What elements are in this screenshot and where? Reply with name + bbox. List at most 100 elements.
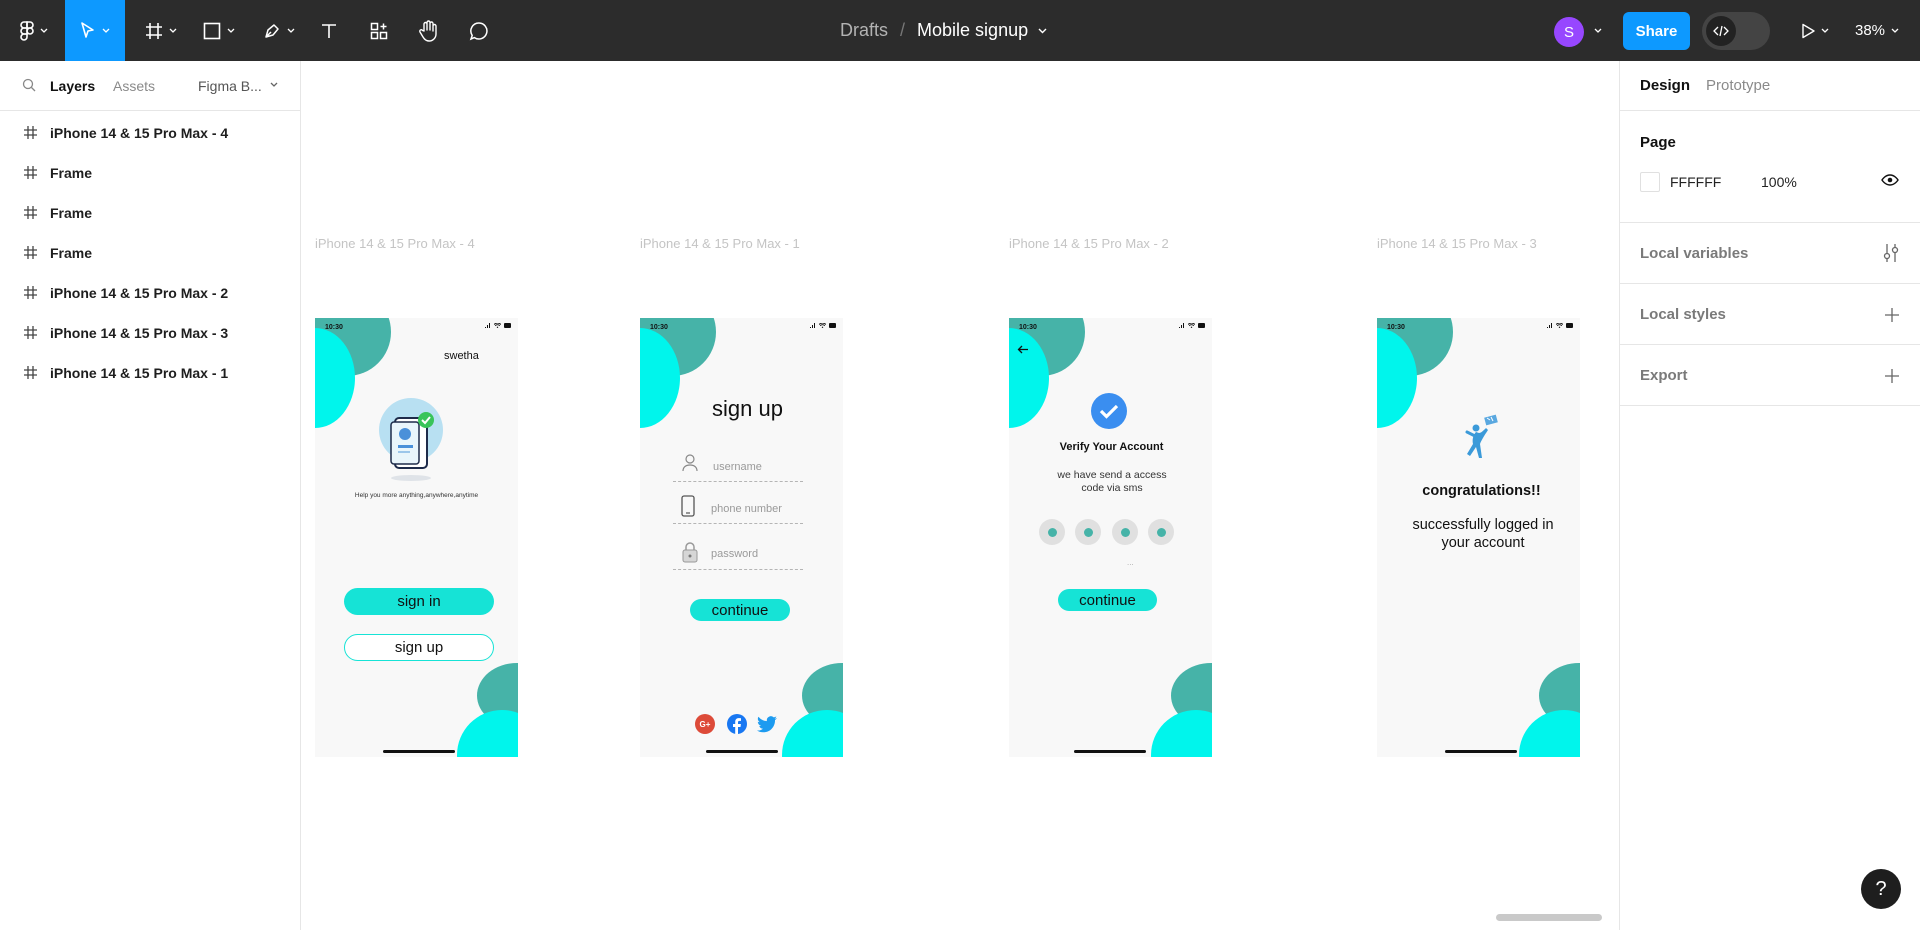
layer-item[interactable]: Frame [0, 153, 300, 193]
file-name[interactable]: Mobile signup [917, 20, 1028, 41]
phone-frame-verify[interactable]: 10:30 Verify Your Account we have send a… [1009, 318, 1212, 757]
layer-item[interactable]: Frame [0, 193, 300, 233]
main-menu-button[interactable] [14, 0, 54, 61]
decor-circle [457, 710, 518, 757]
local-variables-section[interactable]: Local variables [1620, 223, 1920, 284]
tab-prototype[interactable]: Prototype [1706, 77, 1770, 94]
present-button[interactable] [1797, 0, 1833, 61]
chevron-down-icon[interactable] [1038, 28, 1047, 34]
frame-icon [146, 22, 162, 39]
layer-item[interactable]: iPhone 14 & 15 Pro Max - 3 [0, 313, 300, 353]
chevron-down-icon[interactable] [1594, 28, 1602, 33]
continue-button[interactable]: continue [1058, 589, 1157, 611]
shape-tool-button[interactable] [198, 0, 240, 61]
status-icons [810, 323, 837, 328]
signal-icon [1179, 323, 1184, 328]
pen-tool-button[interactable] [258, 0, 300, 61]
status-icons [1547, 323, 1574, 328]
page-color-value[interactable]: FFFFFF [1670, 174, 1721, 190]
help-button[interactable]: ? [1861, 869, 1901, 909]
export-section[interactable]: Export [1620, 345, 1920, 406]
tab-design[interactable]: Design [1640, 77, 1690, 94]
chevron-down-icon[interactable] [270, 82, 278, 87]
export-label: Export [1640, 367, 1688, 384]
frame-label[interactable]: iPhone 14 & 15 Pro Max - 3 [1377, 236, 1537, 251]
otp-digit[interactable] [1039, 519, 1065, 545]
username-field[interactable]: username [673, 448, 803, 482]
status-time: 10:30 [650, 324, 668, 331]
canvas[interactable]: iPhone 14 & 15 Pro Max - 4 10:30 swetha … [301, 61, 1619, 930]
local-styles-section[interactable]: Local styles [1620, 284, 1920, 345]
phone-frame-signup[interactable]: 10:30 sign up username phone number pass… [640, 318, 843, 757]
share-button[interactable]: Share [1623, 12, 1690, 50]
phone-frame-success[interactable]: 10:30 congratulations!! successfully log… [1377, 318, 1580, 757]
frame-label[interactable]: iPhone 14 & 15 Pro Max - 2 [1009, 236, 1169, 251]
layer-item[interactable]: iPhone 14 & 15 Pro Max - 4 [0, 113, 300, 153]
eye-icon[interactable] [1881, 174, 1899, 186]
facebook-icon[interactable] [727, 714, 747, 734]
library-selector[interactable]: Figma B... [198, 78, 262, 94]
screen-title: sign up [712, 396, 783, 421]
otp-digit[interactable] [1148, 519, 1174, 545]
variables-settings-icon[interactable] [1883, 243, 1899, 263]
layer-label: iPhone 14 & 15 Pro Max - 1 [50, 365, 229, 381]
plus-icon[interactable] [1885, 308, 1899, 322]
comment-tool-button[interactable] [466, 0, 492, 61]
frame-tool-button[interactable] [140, 0, 182, 61]
resources-tool-button[interactable] [366, 0, 392, 61]
cursor-icon [81, 21, 94, 38]
hand-tool-button[interactable] [416, 0, 442, 61]
twitter-icon[interactable] [757, 716, 777, 733]
frame-icon [24, 246, 37, 259]
frame-icon [24, 366, 37, 379]
plus-icon[interactable] [1885, 369, 1899, 383]
frame-label[interactable]: iPhone 14 & 15 Pro Max - 1 [640, 236, 800, 251]
page-heading: Page [1640, 134, 1676, 151]
continue-button[interactable]: continue [690, 599, 790, 621]
frame-label[interactable]: iPhone 14 & 15 Pro Max - 4 [315, 236, 475, 251]
phone-field[interactable]: phone number [673, 490, 803, 524]
avatar[interactable]: S [1554, 17, 1584, 47]
layer-item[interactable]: iPhone 14 & 15 Pro Max - 2 [0, 273, 300, 313]
decor-circle [782, 710, 843, 757]
text-tool-button[interactable] [316, 0, 342, 61]
figma-logo-icon [20, 20, 34, 41]
sign-in-button[interactable]: sign in [344, 588, 494, 615]
page-color-swatch[interactable] [1640, 172, 1660, 192]
zoom-control[interactable]: 38% [1855, 0, 1899, 61]
chevron-down-icon [1821, 28, 1829, 33]
verify-heading: Verify Your Account [1059, 441, 1164, 453]
username-placeholder: username [713, 461, 762, 473]
signal-icon [485, 323, 490, 328]
chevron-down-icon [102, 28, 110, 33]
breadcrumb-separator: / [900, 20, 906, 40]
otp-digit[interactable] [1075, 519, 1101, 545]
page-opacity-value[interactable]: 100% [1761, 174, 1797, 190]
properties-panel: Design Prototype Page FFFFFF 100% Local … [1619, 61, 1920, 930]
google-plus-icon[interactable]: G+ [695, 714, 715, 734]
right-panel-tabs: Design Prototype [1620, 61, 1920, 111]
phone-frame-welcome[interactable]: 10:30 swetha Help you more anything,anyw… [315, 318, 518, 757]
code-icon [1713, 25, 1729, 37]
frame-icon [24, 126, 37, 139]
breadcrumb-drafts[interactable]: Drafts [840, 20, 888, 41]
chevron-down-icon [1891, 28, 1899, 33]
rectangle-icon [203, 22, 221, 39]
tab-layers[interactable]: Layers [50, 78, 95, 94]
user-icon [682, 454, 698, 472]
otp-digit[interactable] [1112, 519, 1138, 545]
dev-mode-toggle[interactable] [1702, 12, 1770, 50]
layer-item[interactable]: Frame [0, 233, 300, 273]
chevron-down-icon [169, 28, 177, 33]
back-arrow-icon[interactable] [1017, 345, 1029, 354]
layer-label: Frame [50, 245, 93, 261]
success-subtext: successfully logged in your account [1412, 517, 1554, 551]
sign-up-button[interactable]: sign up [344, 634, 494, 661]
password-field[interactable]: password [673, 536, 803, 570]
horizontal-scrollbar[interactable] [1496, 914, 1602, 921]
search-icon[interactable] [22, 78, 36, 92]
battery-icon [1566, 323, 1573, 328]
layer-item[interactable]: iPhone 14 & 15 Pro Max - 1 [0, 353, 300, 393]
move-tool-button[interactable] [65, 0, 125, 61]
tab-assets[interactable]: Assets [113, 78, 155, 94]
